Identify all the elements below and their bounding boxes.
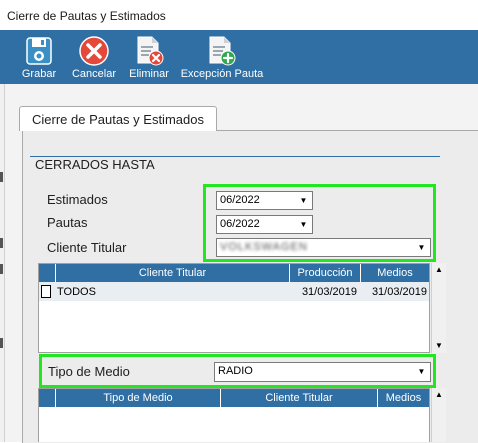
save-icon [26,37,52,65]
cell-produccion: 31/03/2019 [301,286,357,298]
highlight-box [203,184,436,262]
left-edge-mark [0,172,3,182]
window-titlebar: Cierre de Pautas y Estimados [0,0,478,31]
scroll-up-icon[interactable]: ▲ [432,263,446,277]
cancel-button[interactable]: Cancelar [70,30,118,84]
cancel-label: Cancelar [71,68,117,80]
grid-corner [39,264,56,282]
col-header[interactable]: Cliente Titular [56,264,290,282]
delete-button[interactable]: Eliminar [127,30,171,84]
tab-cierre[interactable]: Cierre de Pautas y Estimados [19,106,217,131]
add-document-icon [209,36,236,66]
col-header[interactable]: Tipo de Medio [56,389,221,407]
exception-button[interactable]: Excepción Pauta [179,30,265,84]
col-header[interactable]: Medios [361,264,429,282]
grid-scrollbar[interactable]: ▲ ▼ [431,263,446,353]
col-header[interactable]: Producción [290,264,361,282]
save-label: Grabar [21,68,57,80]
cancel-icon [79,36,109,66]
delete-icon [137,36,164,66]
pautas-label: Pautas [47,215,88,230]
cliente-titular-label: Cliente Titular [47,240,127,255]
section-title: CERRADOS HASTA [35,157,155,172]
left-edge-mark [0,264,3,274]
cell-cliente: TODOS [57,286,96,298]
delete-label: Eliminar [129,68,169,80]
row-indicator[interactable] [41,285,51,298]
save-button[interactable]: Grabar [18,30,60,84]
exception-label: Excepción Pauta [180,68,264,80]
scroll-down-icon[interactable]: ▼ [432,339,446,353]
window-title: Cierre de Pautas y Estimados [7,9,166,23]
cell-medios: 31/03/2019 [371,286,427,298]
highlight-box [39,354,436,388]
table-row[interactable]: TODOS 31/03/2019 31/03/2019 [39,282,429,301]
left-edge-mark [0,338,3,348]
toolbar: Grabar Cancelar Eliminar Excepción Pauta [0,30,478,84]
grid-corner [39,389,56,407]
scroll-up-icon[interactable]: ▲ [432,388,446,402]
left-edge-mark [0,238,3,248]
grid-scrollbar[interactable]: ▲ [431,388,446,442]
col-header[interactable]: Medios [378,389,429,407]
estimados-label: Estimados [47,192,108,207]
col-header[interactable]: Cliente Titular [221,389,378,407]
tipo-medio-grid[interactable]: Tipo de Medio Cliente Titular Medios [38,388,430,442]
cerrados-grid[interactable]: Cliente Titular Producción Medios TODOS … [38,263,430,353]
